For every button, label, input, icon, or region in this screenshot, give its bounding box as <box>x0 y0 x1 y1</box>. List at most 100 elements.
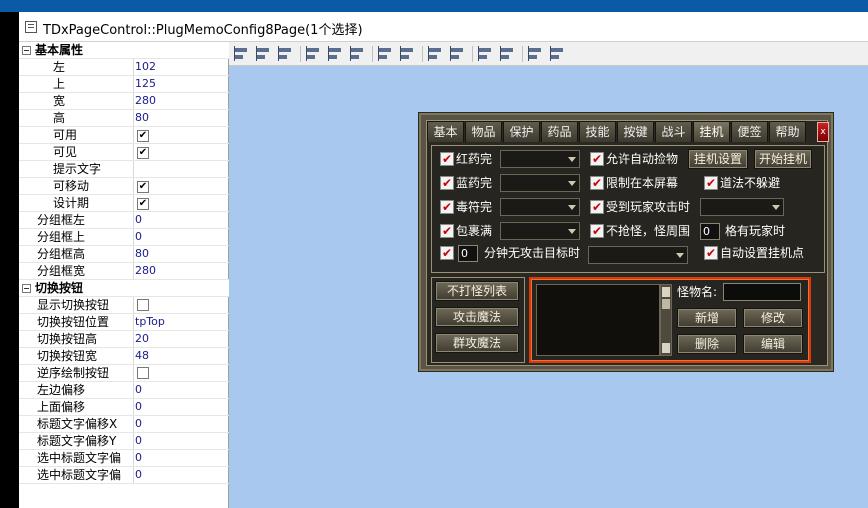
attack-magic-button[interactable]: 攻击魔法 <box>435 307 519 327</box>
grid-count-input[interactable]: 0 <box>700 223 720 240</box>
property-row[interactable]: 切换按钮位置 tpTop <box>19 314 229 331</box>
property-value[interactable]: 0 <box>135 450 229 466</box>
modify-button[interactable]: 修改 <box>743 308 803 328</box>
property-value[interactable]: 0 <box>135 467 229 483</box>
align-center-v-icon[interactable] <box>327 45 345 63</box>
bag-full-checkbox[interactable]: ✔ <box>440 224 454 238</box>
property-value[interactable]: ✔ <box>135 178 229 194</box>
property-value[interactable]: 102 <box>135 59 229 75</box>
blue-potion-select[interactable] <box>500 174 580 192</box>
collapse-icon[interactable] <box>22 284 31 293</box>
game-tab[interactable]: 基本 <box>427 121 464 142</box>
game-tab[interactable]: 战斗 <box>655 121 692 142</box>
space-equal-v-icon[interactable] <box>427 45 445 63</box>
scroll-up-icon[interactable] <box>662 287 670 297</box>
property-row[interactable]: 分组框左 0 <box>19 212 229 229</box>
property-value[interactable]: 0 <box>135 229 229 245</box>
selected-group-box[interactable]: 怪物名: 新增 修改 删除 编辑 <box>529 277 811 363</box>
property-value[interactable]: tpTop <box>135 314 229 330</box>
auto-point-checkbox[interactable]: ✔ <box>704 246 718 260</box>
space-inc-v-icon[interactable] <box>449 45 467 63</box>
same-height-icon[interactable] <box>549 45 567 63</box>
property-value[interactable] <box>135 365 229 381</box>
property-value[interactable]: 48 <box>135 348 229 364</box>
property-row[interactable]: 分组框宽 280 <box>19 263 229 280</box>
property-row[interactable]: 提示文字 <box>19 161 229 178</box>
property-value[interactable]: 125 <box>135 76 229 92</box>
move-forward-icon[interactable] <box>477 45 495 63</box>
property-row[interactable]: 左 102 <box>19 59 229 76</box>
property-row[interactable]: 可用 ✔ <box>19 127 229 144</box>
property-value[interactable] <box>135 297 229 313</box>
delete-button[interactable]: 删除 <box>677 334 737 354</box>
monster-name-input[interactable] <box>723 283 801 301</box>
property-value[interactable]: ✔ <box>135 127 229 143</box>
no-target-minutes-input[interactable]: 0 <box>458 245 478 262</box>
property-checkbox[interactable]: ✔ <box>137 147 149 159</box>
same-width-icon[interactable] <box>527 45 545 63</box>
property-value[interactable]: 0 <box>135 212 229 228</box>
close-button[interactable]: x <box>817 122 829 142</box>
poison-select[interactable] <box>500 198 580 216</box>
property-category[interactable]: 基本属性 <box>19 42 229 59</box>
game-tab[interactable]: 按键 <box>617 121 654 142</box>
add-button[interactable]: 新增 <box>677 308 737 328</box>
game-tab[interactable]: 便签 <box>731 121 768 142</box>
align-center-h-icon[interactable] <box>255 45 273 63</box>
no-hit-list-button[interactable]: 不打怪列表 <box>435 281 519 301</box>
align-bottom-icon[interactable] <box>349 45 367 63</box>
start-guaji-button[interactable]: 开始挂机 <box>754 149 812 169</box>
red-potion-checkbox[interactable]: ✔ <box>440 152 454 166</box>
no-target-checkbox[interactable]: ✔ <box>440 246 454 260</box>
property-checkbox[interactable] <box>137 299 149 311</box>
property-checkbox[interactable] <box>137 367 149 379</box>
property-value[interactable]: 0 <box>135 433 229 449</box>
property-row[interactable]: 选中标题文字偏 0 <box>19 467 229 484</box>
align-left-icon[interactable] <box>233 45 251 63</box>
align-top-icon[interactable] <box>305 45 323 63</box>
scroll-down-icon[interactable] <box>662 343 670 353</box>
bag-full-select[interactable] <box>500 222 580 240</box>
property-row[interactable]: 宽 280 <box>19 93 229 110</box>
property-value[interactable]: 280 <box>135 93 229 109</box>
property-row[interactable]: 高 80 <box>19 110 229 127</box>
property-row[interactable]: 切换按钮宽 48 <box>19 348 229 365</box>
game-tab[interactable]: 技能 <box>579 121 616 142</box>
attacked-select[interactable] <box>700 198 784 216</box>
daoshi-checkbox[interactable]: ✔ <box>704 176 718 190</box>
property-row[interactable]: 标题文字偏移X 0 <box>19 416 229 433</box>
property-value[interactable]: 280 <box>135 263 229 279</box>
property-row[interactable]: 显示切换按钮 <box>19 297 229 314</box>
property-value[interactable]: 80 <box>135 110 229 126</box>
move-back-icon[interactable] <box>499 45 517 63</box>
property-value[interactable]: 0 <box>135 382 229 398</box>
memo-scrollbar[interactable] <box>660 284 672 356</box>
red-potion-select[interactable] <box>500 150 580 168</box>
edit-button[interactable]: 编辑 <box>743 334 803 354</box>
property-row[interactable]: 可见 ✔ <box>19 144 229 161</box>
property-row[interactable]: 选中标题文字偏 0 <box>19 450 229 467</box>
scroll-thumb[interactable] <box>662 299 670 309</box>
space-inc-h-icon[interactable] <box>399 45 417 63</box>
limit-screen-checkbox[interactable]: ✔ <box>590 176 604 190</box>
group-magic-button[interactable]: 群攻魔法 <box>435 333 519 353</box>
no-grab-checkbox[interactable]: ✔ <box>590 224 604 238</box>
blue-potion-checkbox[interactable]: ✔ <box>440 176 454 190</box>
auto-pickup-checkbox[interactable]: ✔ <box>590 152 604 166</box>
target-select[interactable] <box>588 246 688 264</box>
property-row[interactable]: 设计期 ✔ <box>19 195 229 212</box>
monster-list-memo[interactable] <box>536 284 660 356</box>
property-row[interactable]: 标题文字偏移Y 0 <box>19 433 229 450</box>
property-checkbox[interactable]: ✔ <box>137 198 149 210</box>
guaji-settings-button[interactable]: 挂机设置 <box>688 149 748 169</box>
property-row[interactable]: 上面偏移 0 <box>19 399 229 416</box>
property-row[interactable]: 左边偏移 0 <box>19 382 229 399</box>
property-checkbox[interactable]: ✔ <box>137 130 149 142</box>
poison-checkbox[interactable]: ✔ <box>440 200 454 214</box>
property-value[interactable]: 0 <box>135 399 229 415</box>
property-category[interactable]: 切换按钮 <box>19 280 229 297</box>
game-tab[interactable]: 挂机 <box>693 121 730 142</box>
game-tab[interactable]: 帮助 <box>769 121 806 142</box>
property-checkbox[interactable]: ✔ <box>137 181 149 193</box>
collapse-icon[interactable] <box>22 46 31 55</box>
